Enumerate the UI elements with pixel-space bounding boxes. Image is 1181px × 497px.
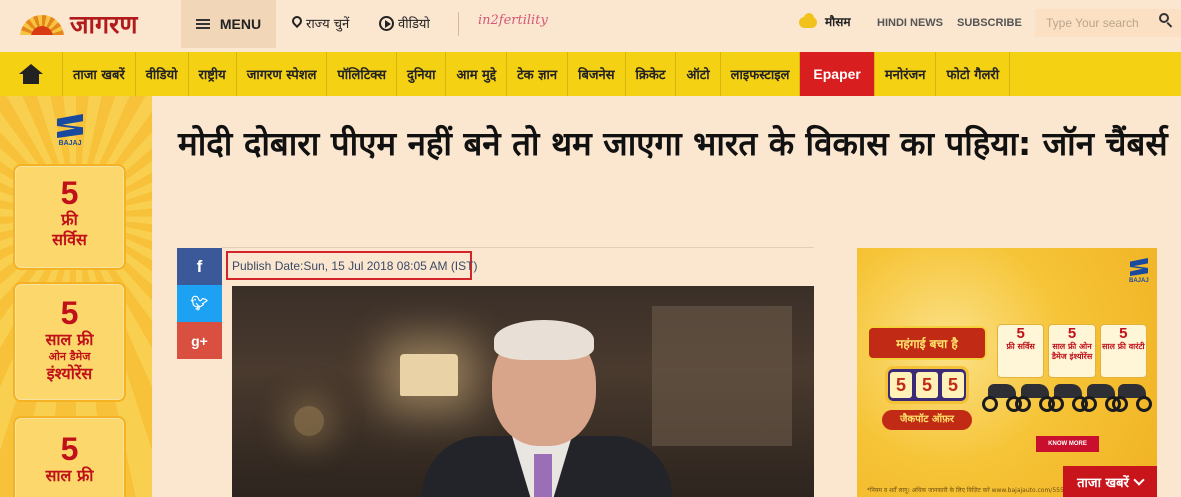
slot-digit: 5 bbox=[916, 372, 938, 398]
google-plus-icon: g+ bbox=[191, 332, 208, 349]
ad-card-line: सर्विस bbox=[52, 230, 87, 249]
top-header: जागरण MENU राज्य चुनें वीडियो in2fertili… bbox=[0, 0, 1181, 48]
motorcycle-lineup-image bbox=[982, 376, 1152, 428]
bajaj-logo: BAJAJ bbox=[1129, 258, 1149, 284]
photo-tie bbox=[534, 454, 552, 497]
offer-badge-number: 5 bbox=[1016, 325, 1025, 342]
slot-machine: 5 5 5 bbox=[885, 366, 969, 404]
offer-badge-text: फ्री सर्विस bbox=[1006, 342, 1035, 351]
photo-hair bbox=[494, 320, 594, 360]
nav-item-cricket[interactable]: क्रिकेट bbox=[626, 52, 677, 96]
offer-badge-number: 5 bbox=[1119, 325, 1128, 342]
nav-item-photo-gallery[interactable]: फोटो गैलरी bbox=[936, 52, 1011, 96]
latest-news-tab[interactable]: ताजा खबरें bbox=[1063, 466, 1157, 497]
latest-news-label: ताजा खबरें bbox=[1077, 475, 1129, 491]
twitter-share-button[interactable]: 🐦︎ bbox=[177, 285, 222, 322]
ad-card-number: 5 bbox=[60, 295, 79, 331]
state-select-label: राज्य चुनें bbox=[306, 17, 350, 32]
ad-card-free-service: 5 फ्री सर्विस bbox=[13, 164, 126, 270]
nav-item-tech[interactable]: टेक ज्ञान bbox=[507, 52, 569, 96]
offer-badge: 5 साल फ्री वारंटी bbox=[1099, 324, 1147, 378]
home-icon bbox=[19, 64, 43, 84]
photo-lamp-glow bbox=[294, 406, 324, 436]
google-plus-share-button[interactable]: g+ bbox=[177, 322, 222, 359]
weather-cloud-icon bbox=[797, 12, 819, 29]
hindi-news-link[interactable]: HINDI NEWS bbox=[877, 17, 943, 29]
jagran-logo[interactable]: जागरण bbox=[18, 8, 137, 40]
offer-badges: 5 फ्री सर्विस 5 साल फ्री ओन डैमेज इंश्यो… bbox=[997, 324, 1147, 378]
know-more-button[interactable]: KNOW MORE bbox=[1036, 436, 1099, 452]
nav-item-jagran-special[interactable]: जागरण स्पेशल bbox=[237, 52, 328, 96]
twitter-icon: 🐦︎ bbox=[190, 295, 209, 311]
offer-badge: 5 साल फ्री ओन डैमेज इंश्योरेंस bbox=[1048, 324, 1096, 378]
offer-badge-number: 5 bbox=[1067, 325, 1077, 342]
nav-item-latest[interactable]: ताजा खबरें bbox=[63, 52, 136, 96]
share-buttons: f 🐦︎ g+ bbox=[177, 248, 222, 359]
bajaj-brand-text: BAJAJ bbox=[1129, 278, 1149, 284]
ad-card-line: इंश्योरेंस bbox=[46, 364, 93, 383]
main-nav: ताजा खबरें वीडियो राष्ट्रीय जागरण स्पेशल… bbox=[0, 52, 1181, 96]
search-input[interactable] bbox=[1046, 13, 1156, 33]
article-headline: मोदी दोबारा पीएम नहीं बने तो थम जाएगा भा… bbox=[178, 124, 1168, 163]
offer-badge-text: साल फ्री वारंटी bbox=[1102, 342, 1145, 351]
bajaj-brand-text: BAJAJ bbox=[58, 140, 82, 147]
facebook-icon: f bbox=[196, 256, 203, 276]
sun-logo-icon bbox=[18, 13, 66, 35]
bajaj-logo-icon bbox=[1130, 258, 1148, 276]
fertility-brand-link[interactable]: in2fertility bbox=[478, 13, 548, 28]
photo-lamp bbox=[400, 354, 458, 396]
slot-digit: 5 bbox=[942, 372, 964, 398]
state-select[interactable]: राज्य चुनें bbox=[292, 14, 349, 32]
nav-item-business[interactable]: बिजनेस bbox=[568, 52, 626, 96]
bajaj-logo: BAJAJ bbox=[55, 114, 85, 147]
nav-item-video[interactable]: वीडियो bbox=[136, 52, 189, 96]
jackpot-offer-label: जैकपॉट ऑफ़र bbox=[882, 410, 972, 430]
motorcycle bbox=[1112, 382, 1152, 414]
left-skyscraper-ad[interactable]: BAJAJ 5 फ्री सर्विस 5 साल फ्री ओन डैमेज … bbox=[0, 96, 152, 497]
nav-item-auto[interactable]: ऑटो bbox=[676, 52, 721, 96]
nav-item-national[interactable]: राष्ट्रीय bbox=[189, 52, 237, 96]
header-divider bbox=[458, 12, 459, 36]
ad-card-line: ओन डैमेज bbox=[48, 350, 91, 363]
nav-item-politics[interactable]: पॉलिटिक्स bbox=[327, 52, 398, 96]
nav-item-lifestyle[interactable]: लाइफस्टाइल bbox=[721, 52, 801, 96]
video-label: वीडियो bbox=[398, 17, 430, 32]
subscribe-link[interactable]: SUBSCRIBE bbox=[957, 17, 1022, 29]
menu-label: MENU bbox=[219, 16, 262, 32]
jackpot-banner: महंगाई बचा है bbox=[867, 326, 987, 360]
search-icon[interactable] bbox=[1159, 13, 1173, 27]
jackpot-graphic: महंगाई बचा है 5 5 5 जैकपॉट ऑफ़र bbox=[867, 326, 987, 436]
nav-item-common-issues[interactable]: आम मुद्दे bbox=[446, 52, 508, 96]
facebook-share-button[interactable]: f bbox=[177, 248, 222, 285]
bajaj-logo-icon bbox=[57, 114, 83, 138]
offer-badge: 5 फ्री सर्विस bbox=[997, 324, 1045, 378]
weather-link[interactable]: मौसम bbox=[797, 12, 851, 30]
hamburger-icon bbox=[195, 19, 210, 29]
ad-card-line: साल फ्री bbox=[45, 330, 94, 349]
ad-card-number: 5 bbox=[60, 175, 79, 211]
play-icon bbox=[379, 15, 394, 31]
photo-background-window bbox=[652, 306, 792, 446]
slot-digit: 5 bbox=[890, 372, 912, 398]
ad-card-free-warranty: 5 साल फ्री bbox=[13, 416, 126, 497]
ad-card-line: फ्री bbox=[61, 210, 78, 229]
logo-text: जागरण bbox=[70, 10, 138, 39]
offer-badge-text: साल फ्री ओन डैमेज इंश्योरेंस bbox=[1051, 342, 1093, 361]
chevron-down-icon bbox=[1133, 473, 1145, 486]
location-pin-icon bbox=[292, 16, 302, 30]
meta-divider bbox=[222, 247, 814, 248]
right-display-ad[interactable]: BAJAJ महंगाई बचा है 5 5 5 जैकपॉट ऑफ़र 5 … bbox=[857, 248, 1157, 497]
menu-button[interactable]: MENU bbox=[181, 0, 276, 48]
ad-card-number: 5 bbox=[60, 431, 79, 467]
article-photo bbox=[232, 286, 814, 497]
nav-item-entertainment[interactable]: मनोरंजन bbox=[875, 52, 937, 96]
ad-card-free-insurance: 5 साल फ्री ओन डैमेज इंश्योरेंस bbox=[13, 282, 126, 402]
nav-item-epaper[interactable]: Epaper bbox=[800, 52, 875, 96]
video-link[interactable]: वीडियो bbox=[379, 14, 430, 32]
ad-card-line: साल फ्री bbox=[45, 466, 94, 485]
nav-item-world[interactable]: दुनिया bbox=[397, 52, 447, 96]
weather-label: मौसम bbox=[825, 15, 851, 29]
publish-date: Publish Date:Sun, 15 Jul 2018 08:05 AM (… bbox=[226, 251, 477, 280]
nav-home[interactable] bbox=[0, 52, 63, 96]
